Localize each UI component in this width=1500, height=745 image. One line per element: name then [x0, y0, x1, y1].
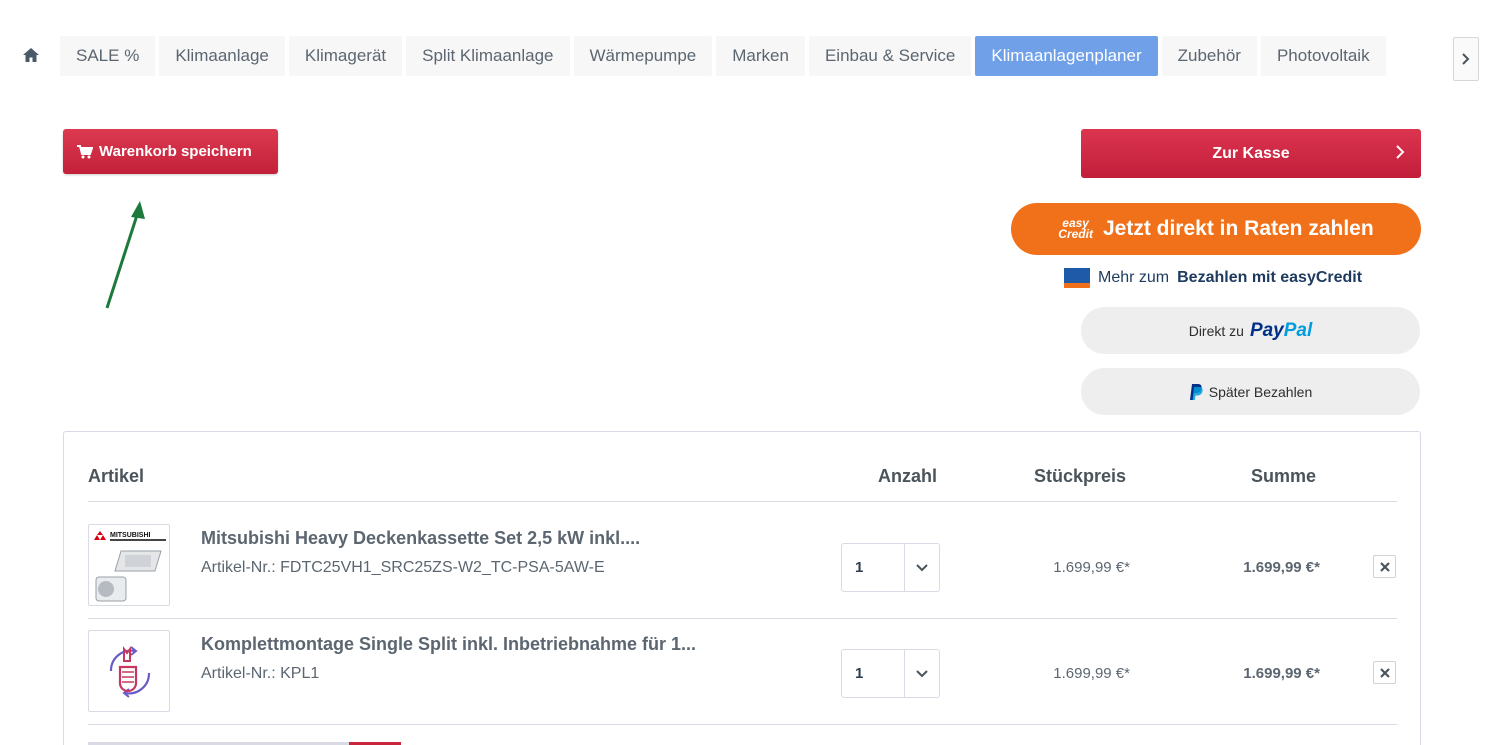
unit-price: 1.699,99 €* — [1053, 559, 1130, 576]
chevron-down-icon — [916, 563, 928, 571]
paypal-prefix: Direkt zu — [1188, 322, 1244, 339]
table-row: Komplettmontage Single Split inkl. Inbet… — [88, 619, 1397, 725]
close-icon — [1379, 667, 1390, 678]
paypal-icon — [1189, 383, 1203, 400]
svg-text:MITSUBISHI: MITSUBISHI — [110, 532, 151, 539]
easycredit-logo: easy Credit — [1058, 216, 1093, 241]
nav-item-klimageraet[interactable]: Klimagerät — [288, 36, 403, 76]
easycredit-info-link[interactable]: Mehr zum Bezahlen mit easyCredit — [1064, 268, 1362, 288]
volksbank-logo-icon — [1064, 268, 1090, 288]
easycredit-info-prefix: Mehr zum — [1098, 269, 1170, 286]
line-total: 1.699,99 €* — [1243, 559, 1320, 576]
nav-item-einbau-service[interactable]: Einbau & Service — [808, 36, 972, 76]
chevron-right-icon — [1462, 53, 1470, 65]
home-icon[interactable] — [20, 44, 42, 66]
product-image[interactable] — [88, 630, 170, 712]
paypal-wordmark: PayPal — [1249, 319, 1313, 341]
header-unit-price: Stückpreis — [1034, 466, 1127, 486]
checkout-label: Zur Kasse — [1212, 144, 1290, 162]
annotation-arrow-icon — [105, 201, 145, 309]
nav-item-photovoltaik[interactable]: Photovoltaik — [1260, 36, 1386, 76]
chevron-down-icon — [916, 669, 928, 677]
product-title[interactable]: Mitsubishi Heavy Deckenkassette Set 2,5 … — [201, 528, 640, 549]
product-sku: Artikel-Nr.: FDTC25VH1_SRC25ZS-W2_TC-PSA… — [201, 559, 605, 576]
close-icon — [1379, 561, 1390, 572]
easycredit-button[interactable]: easy Credit Jetzt direkt in Raten zahlen — [1011, 203, 1421, 255]
cart-icon — [77, 144, 93, 158]
product-image[interactable]: MITSUBISHI — [88, 524, 170, 606]
mitsubishi-product-icon: MITSUBISHI — [94, 531, 166, 602]
quantity-select[interactable]: 1 — [841, 649, 940, 698]
save-cart-label: Warenkorb speichern — [99, 143, 252, 160]
nav-item-sale[interactable]: SALE % — [60, 36, 156, 76]
nav-next-button[interactable] — [1453, 37, 1479, 81]
table-row: MITSUBISHI Mitsubishi Heavy Deckenkasset… — [88, 513, 1397, 619]
checkout-button[interactable]: Zur Kasse — [1081, 129, 1421, 178]
header-total: Summe — [1251, 466, 1317, 486]
nav-items: SALE % Klimaanlage Klimagerät Split Klim… — [60, 36, 1386, 76]
paypal-later-label: Später Bezahlen — [1208, 383, 1313, 400]
installation-service-icon — [109, 646, 151, 698]
paypal-later-button[interactable]: Später Bezahlen — [1081, 368, 1420, 415]
product-sku: Artikel-Nr.: KPL1 — [201, 665, 320, 682]
main-navigation: SALE % Klimaanlage Klimagerät Split Klim… — [0, 36, 1500, 81]
remove-item-button[interactable] — [1373, 661, 1396, 684]
nav-item-klimaanlagenplaner[interactable]: Klimaanlagenplaner — [975, 36, 1158, 76]
nav-item-split-klimaanlage[interactable]: Split Klimaanlage — [406, 36, 570, 76]
header-quantity: Anzahl — [878, 466, 938, 486]
save-cart-button[interactable]: Warenkorb speichern — [63, 129, 278, 174]
quantity-value: 1 — [842, 544, 905, 591]
quantity-select[interactable]: 1 — [841, 543, 940, 592]
cart-table: Artikel Anzahl Stückpreis Summe MITSUBIS… — [63, 431, 1421, 745]
nav-item-zubehoer[interactable]: Zubehör — [1161, 36, 1257, 76]
chevron-right-icon — [1396, 145, 1405, 159]
nav-item-waermepumpe[interactable]: Wärmepumpe — [573, 36, 713, 76]
remove-item-button[interactable] — [1373, 555, 1396, 578]
unit-price: 1.699,99 €* — [1053, 665, 1130, 682]
nav-item-klimaanlage[interactable]: Klimaanlage — [159, 36, 285, 76]
easycredit-label: Jetzt direkt in Raten zahlen — [1102, 217, 1374, 240]
cart-header: Artikel Anzahl Stückpreis Summe — [88, 454, 1397, 502]
product-title[interactable]: Komplettmontage Single Split inkl. Inbet… — [201, 634, 696, 655]
paypal-direct-button[interactable]: Direkt zu PayPal — [1081, 307, 1420, 354]
nav-item-marken[interactable]: Marken — [716, 36, 805, 76]
easycredit-info-bold: Bezahlen mit easyCredit — [1177, 269, 1363, 286]
quantity-value: 1 — [842, 650, 905, 697]
line-total: 1.699,99 €* — [1243, 665, 1320, 682]
header-article: Artikel — [88, 466, 145, 486]
